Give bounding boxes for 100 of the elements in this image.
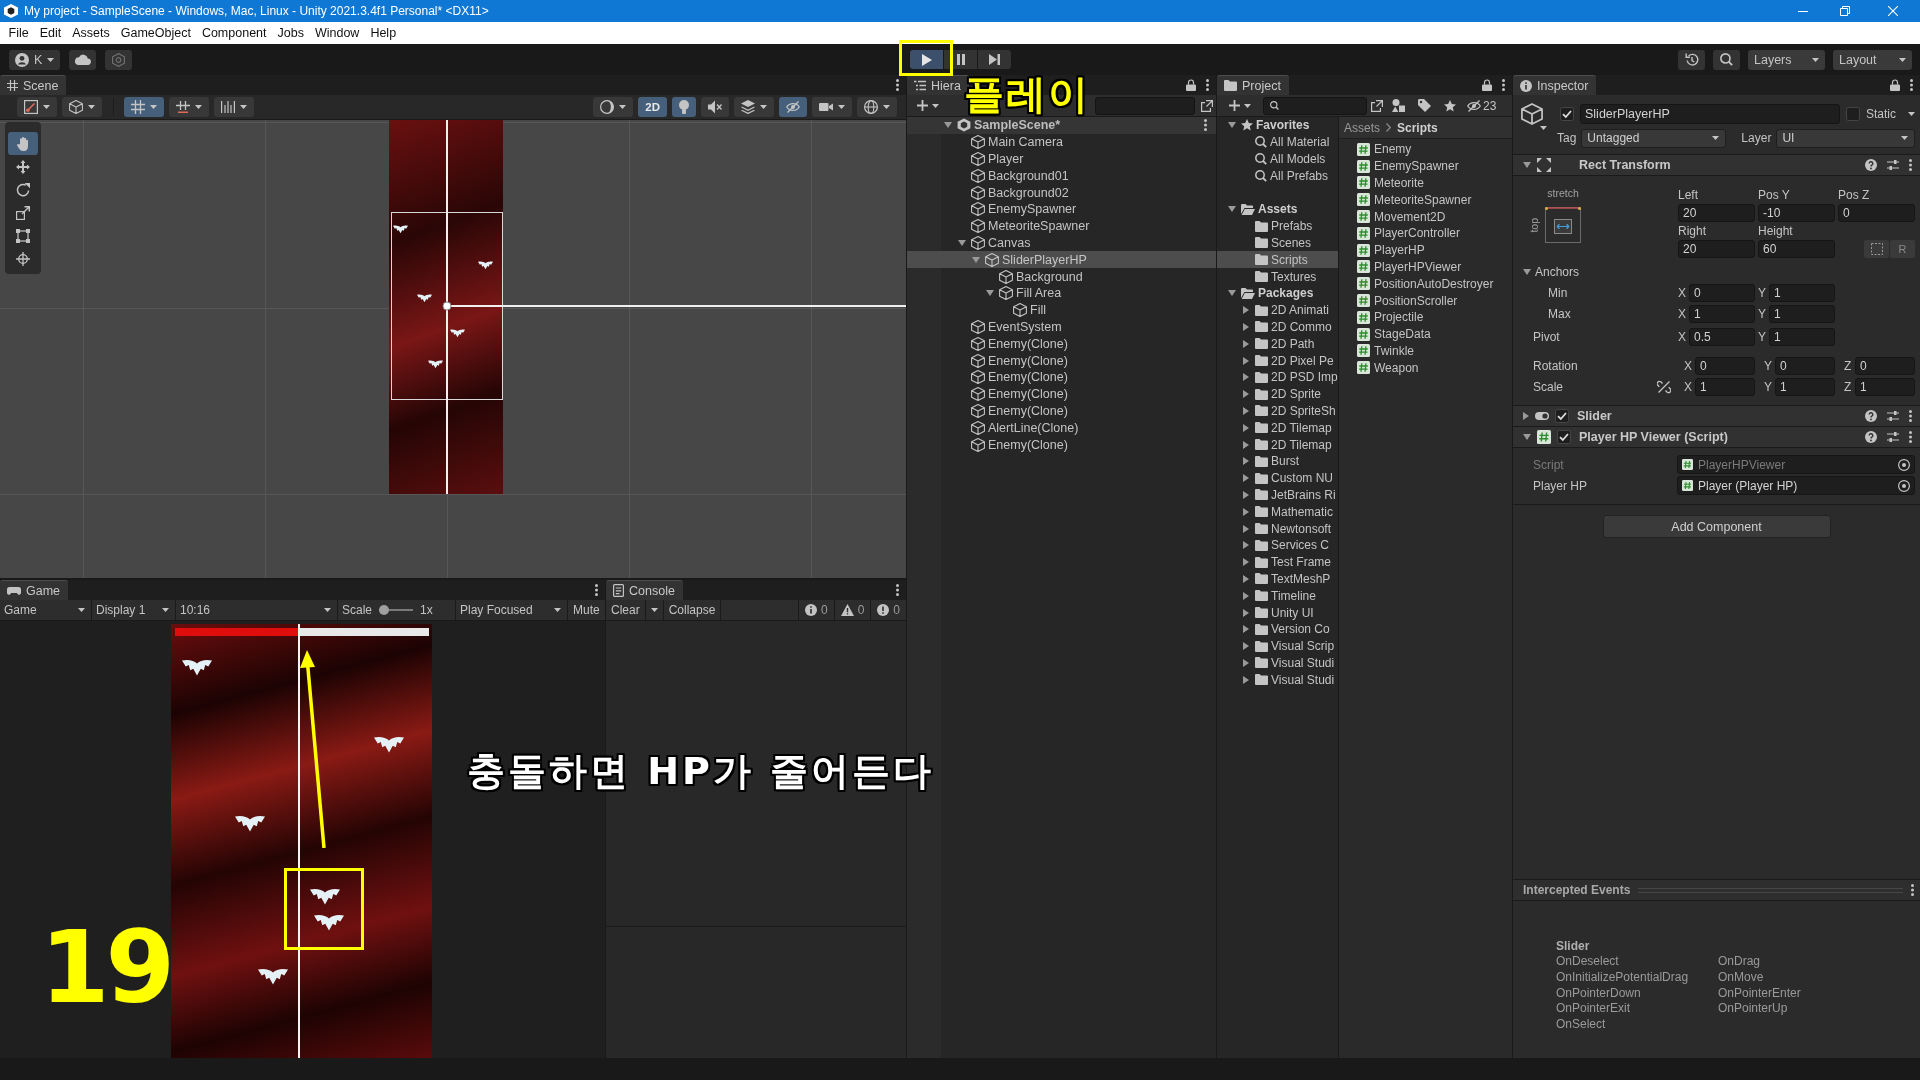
layout-dropdown[interactable]: Layout — [1833, 49, 1912, 70]
project-tree-item[interactable]: 2D Sprite — [1217, 385, 1338, 403]
expand-arrow-icon[interactable] — [1243, 406, 1249, 415]
expand-arrow-icon[interactable] — [986, 290, 994, 297]
expand-arrow-icon[interactable] — [1243, 675, 1249, 684]
increment-snap-button[interactable] — [214, 97, 254, 117]
log-count-toggle[interactable]: 0 — [870, 599, 906, 621]
number-field[interactable]: 1 — [1769, 327, 1835, 346]
expand-arrow-icon[interactable] — [1243, 591, 1249, 600]
expand-arrow-icon[interactable] — [1243, 608, 1249, 617]
menu-item[interactable]: Assets — [66, 26, 116, 40]
sliders-icon[interactable] — [1887, 411, 1899, 421]
expand-arrow-icon[interactable] — [1523, 412, 1529, 420]
project-file-item[interactable]: Movement2D — [1339, 208, 1512, 225]
hierarchy-item[interactable]: SampleScene* — [907, 117, 1216, 134]
hierarchy-item[interactable]: Background — [907, 268, 1216, 285]
project-tree-item[interactable]: Visual Scrip — [1217, 637, 1338, 655]
expand-arrow-icon[interactable] — [1243, 306, 1249, 315]
grid-snap-button[interactable] — [169, 97, 209, 117]
static-checkbox[interactable] — [1846, 106, 1860, 121]
help-icon[interactable] — [1865, 431, 1877, 443]
tag-dropdown[interactable]: Untagged — [1581, 128, 1727, 148]
number-field[interactable]: 1 — [1769, 304, 1835, 323]
project-tree-item[interactable]: Version Co — [1217, 620, 1338, 638]
project-tree-item[interactable]: 2D Tilemap — [1217, 419, 1338, 437]
hierarchy-item[interactable]: Background01 — [907, 167, 1216, 185]
log-count-toggle[interactable]: 0 — [833, 599, 871, 621]
hierarchy-item[interactable]: Enemy(Clone) — [907, 402, 1216, 420]
account-dropdown[interactable]: K — [9, 49, 61, 70]
hierarchy-item[interactable]: Enemy(Clone) — [907, 335, 1216, 353]
enabled-checkbox[interactable] — [1555, 409, 1569, 423]
expand-arrow-icon[interactable] — [1243, 625, 1249, 634]
project-file-item[interactable]: PositionAutoDestroyer — [1339, 275, 1512, 293]
more-menu-icon[interactable] — [896, 584, 899, 596]
project-tree-item[interactable]: All Models — [1217, 150, 1338, 168]
number-field[interactable]: 0 — [1775, 356, 1835, 375]
expand-arrow-icon[interactable] — [1243, 642, 1249, 651]
hierarchy-item[interactable]: Enemy(Clone) — [907, 385, 1216, 403]
number-field[interactable]: -10 — [1758, 204, 1835, 222]
expand-arrow-icon[interactable] — [1243, 322, 1249, 331]
expand-arrow-icon[interactable] — [1243, 507, 1249, 516]
expand-arrow-icon[interactable] — [944, 122, 952, 129]
restore-icon[interactable] — [1840, 6, 1850, 16]
game-tab[interactable]: Game — [0, 580, 69, 600]
project-tree-item[interactable]: All Material — [1217, 133, 1338, 151]
project-tab[interactable]: Project — [1217, 75, 1289, 95]
close-icon[interactable] — [1888, 6, 1898, 16]
more-menu-icon[interactable] — [1502, 79, 1505, 91]
expand-arrow-icon[interactable] — [1243, 558, 1249, 567]
expand-arrow-icon[interactable] — [1243, 339, 1249, 348]
hierarchy-item[interactable]: AlertLine(Clone) — [907, 419, 1216, 437]
project-tree-item[interactable]: Unity UI — [1217, 604, 1338, 621]
component-header[interactable]: Rect Transform — [1513, 155, 1920, 176]
expand-arrow-icon[interactable] — [1243, 457, 1249, 466]
expand-arrow-icon[interactable] — [1228, 122, 1236, 129]
expand-arrow-icon[interactable] — [1243, 390, 1249, 399]
project-tree-item[interactable]: Mathematic — [1217, 503, 1338, 521]
hierarchy-item[interactable]: Main Camera — [907, 133, 1216, 151]
expand-arrow-icon[interactable] — [1228, 290, 1236, 297]
blueprint-mode-button[interactable] — [1864, 240, 1889, 258]
play-mode-dropdown[interactable]: Play Focused — [456, 599, 568, 621]
more-menu-icon[interactable] — [1909, 431, 1912, 443]
more-menu-icon[interactable] — [1909, 410, 1912, 422]
collapse-toggle[interactable]: Collapse — [663, 599, 722, 621]
number-field[interactable]: 1 — [1775, 377, 1835, 396]
cloud-button[interactable] — [69, 49, 97, 70]
project-tree-item[interactable]: 2D Tilemap — [1217, 436, 1338, 453]
number-field[interactable]: 1 — [1769, 283, 1835, 302]
number-field[interactable]: 20 — [1678, 204, 1755, 222]
project-tree-item[interactable]: 2D Path — [1217, 335, 1338, 353]
sliders-icon[interactable] — [1887, 160, 1899, 170]
number-field[interactable]: 0.5 — [1689, 327, 1755, 346]
project-tree-item[interactable]: Scripts — [1217, 251, 1338, 269]
gizmos-button[interactable] — [857, 97, 897, 117]
camera-button[interactable] — [812, 97, 852, 117]
expand-arrow-icon[interactable] — [1523, 434, 1531, 440]
number-field[interactable]: 1 — [1695, 377, 1755, 396]
project-tree-item[interactable]: All Prefabs — [1217, 167, 1338, 185]
hierarchy-item[interactable]: Enemy(Clone) — [907, 352, 1216, 369]
project-tree-item[interactable]: Prefabs — [1217, 217, 1338, 235]
project-tree-item[interactable]: Favorites — [1217, 117, 1338, 134]
hierarchy-item[interactable]: SliderPlayerHP — [907, 251, 1216, 269]
menu-item[interactable]: Edit — [34, 26, 67, 40]
hierarchy-item[interactable]: EnemySpawner — [907, 201, 1216, 218]
sliders-icon[interactable] — [1887, 432, 1899, 442]
more-menu-icon[interactable] — [1911, 884, 1914, 896]
menu-item[interactable]: Jobs — [272, 26, 310, 40]
menu-item[interactable]: GameObject — [115, 26, 197, 40]
breadcrumb-link[interactable]: Assets — [1344, 120, 1380, 135]
expand-arrow-icon[interactable] — [1243, 574, 1249, 583]
lock-icon[interactable] — [1186, 79, 1196, 91]
project-tree-item[interactable]: Burst — [1217, 452, 1338, 470]
project-tree-item[interactable]: 2D PSD Imp — [1217, 368, 1338, 386]
breadcrumb-link[interactable]: Scripts — [1397, 120, 1438, 135]
grid-button[interactable] — [124, 97, 164, 117]
layer-dropdown[interactable]: UI — [1776, 128, 1915, 148]
collab-button[interactable] — [105, 49, 133, 70]
project-file-item[interactable]: MeteoriteSpawner — [1339, 191, 1512, 209]
name-field[interactable]: SliderPlayerHP — [1580, 103, 1840, 124]
more-menu-icon[interactable] — [1204, 119, 1207, 132]
